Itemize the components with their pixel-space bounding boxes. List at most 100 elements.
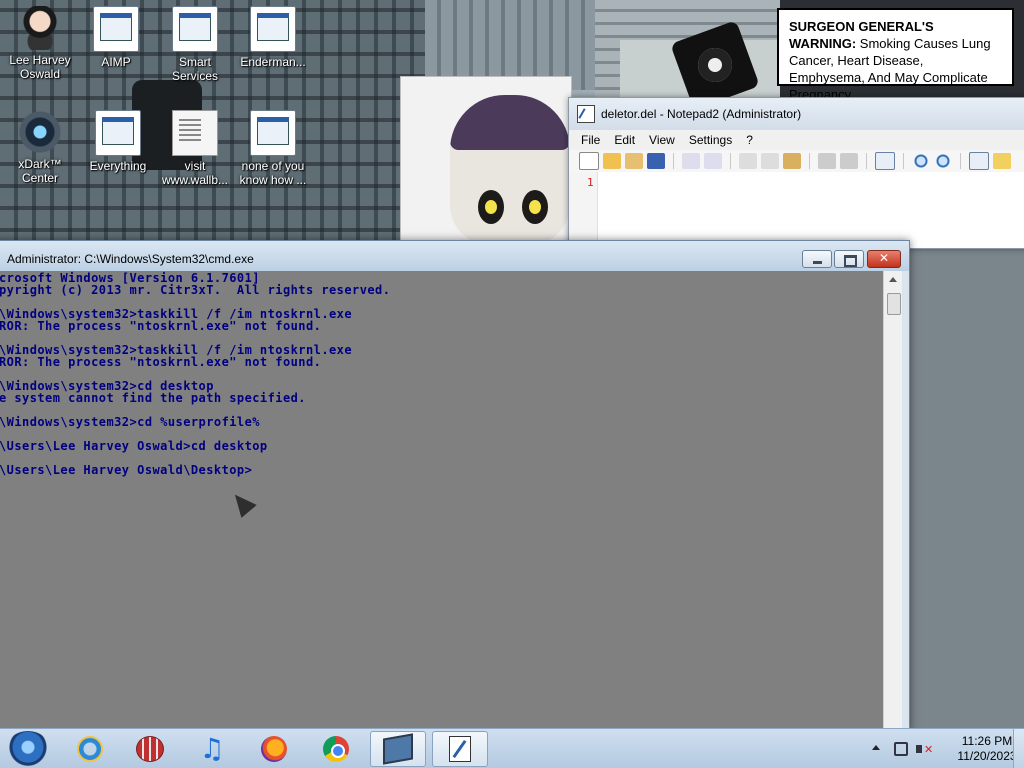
taskbar-music[interactable]: ♫ bbox=[184, 731, 240, 767]
clock-time: 11:26 PM bbox=[961, 734, 1013, 748]
window-icon bbox=[250, 110, 296, 156]
redo-icon[interactable] bbox=[704, 153, 722, 169]
notepad2-window[interactable]: deletor.del - Notepad2 (Administrator) F… bbox=[568, 97, 1024, 249]
desktop-icon-label: Smart Services bbox=[171, 55, 218, 83]
open-folder-icon[interactable] bbox=[603, 153, 621, 169]
browse-icon[interactable] bbox=[625, 153, 643, 169]
zoom-in-icon[interactable] bbox=[912, 153, 930, 169]
surgeon-general-warning: SURGEON GENERAL'S WARNING: Smoking Cause… bbox=[777, 8, 1014, 102]
desktop-icon-none-of-you[interactable]: none of you know how ... bbox=[233, 110, 313, 187]
desktop-icon-label: visit www.wallb... bbox=[161, 159, 229, 187]
aimp-icon bbox=[93, 6, 139, 52]
desktop-icon-label: Everything bbox=[89, 159, 147, 173]
start-button[interactable] bbox=[6, 731, 50, 767]
cmd-window[interactable]: Administrator: C:\Windows\System32\cmd.e… bbox=[0, 240, 910, 732]
notepad-toolbar bbox=[569, 150, 1024, 173]
paste-icon[interactable] bbox=[783, 153, 801, 169]
notepad-menubar: File Edit View Settings ? bbox=[569, 130, 1024, 150]
clock-date: 11/20/2023 bbox=[957, 749, 1017, 763]
line-number-gutter: 1 bbox=[569, 172, 598, 248]
maximize-button[interactable] bbox=[834, 250, 864, 268]
minimize-button[interactable] bbox=[802, 250, 832, 268]
console-text: crosoft Windows [Version 6.1.7601] pyrig… bbox=[0, 271, 391, 477]
desktop-icon-visit-wallb[interactable]: visit www.wallb... bbox=[155, 110, 235, 187]
notepad-titlebar[interactable]: deletor.del - Notepad2 (Administrator) bbox=[569, 98, 1024, 130]
save-icon[interactable] bbox=[647, 153, 665, 169]
cut-icon[interactable] bbox=[739, 153, 757, 169]
window-icon bbox=[250, 6, 296, 52]
scroll-up-icon[interactable] bbox=[889, 277, 897, 282]
taskbar-screen-app[interactable] bbox=[370, 731, 426, 767]
document-icon bbox=[172, 110, 218, 156]
search-window-icon bbox=[95, 110, 141, 156]
desktop-icon-label: xDark™ Center bbox=[18, 157, 62, 185]
find-icon[interactable] bbox=[818, 153, 836, 169]
desktop-icon-lee-harvey-oswald[interactable]: Lee Harvey Oswald bbox=[0, 6, 80, 81]
line-number: 1 bbox=[587, 176, 594, 189]
desktop-icon-label: Enderman... bbox=[240, 55, 306, 69]
menu-help[interactable]: ? bbox=[746, 133, 753, 147]
taskbar-firefox[interactable] bbox=[246, 731, 302, 767]
skibidi-head-figure bbox=[450, 95, 570, 245]
taskbar-app[interactable] bbox=[122, 731, 178, 767]
scrollbar-thumb[interactable] bbox=[887, 293, 901, 315]
word-wrap-icon[interactable] bbox=[875, 152, 895, 170]
notepad-title: deletor.del - Notepad2 (Administrator) bbox=[601, 107, 802, 121]
show-desktop-button[interactable] bbox=[1013, 729, 1024, 768]
replace-icon[interactable] bbox=[840, 153, 858, 169]
firefox-icon bbox=[261, 736, 287, 762]
clock[interactable]: 11:26 PM 11/20/2023 bbox=[954, 734, 1020, 764]
desktop-icon-smart-services[interactable]: Smart Services bbox=[155, 6, 235, 83]
taskbar-chrome[interactable] bbox=[308, 731, 364, 767]
copy-icon[interactable] bbox=[761, 153, 779, 169]
zoom-out-icon[interactable] bbox=[934, 153, 952, 169]
music-icon: ♫ bbox=[199, 732, 225, 765]
desktop-icon-label: AIMP bbox=[101, 55, 131, 69]
network-icon[interactable] bbox=[894, 742, 908, 756]
desktop-icon-everything[interactable]: Everything bbox=[78, 110, 158, 173]
desktop-icon-label: Lee Harvey Oswald bbox=[9, 53, 71, 81]
notepad2-icon bbox=[449, 736, 471, 762]
show-hidden-icons-icon[interactable] bbox=[872, 745, 880, 750]
toolbar-separator bbox=[903, 153, 904, 169]
toolbar-separator bbox=[673, 153, 674, 169]
system-tray: 11:26 PM 11/20/2023 bbox=[864, 729, 1024, 768]
scheme-icon[interactable] bbox=[969, 152, 989, 170]
toolbar-separator bbox=[809, 153, 810, 169]
menu-settings[interactable]: Settings bbox=[689, 133, 732, 147]
taskbar-internet-explorer[interactable] bbox=[62, 731, 118, 767]
chrome-icon bbox=[323, 736, 349, 762]
toolbar-separator bbox=[960, 153, 961, 169]
close-button[interactable] bbox=[867, 250, 901, 268]
menu-file[interactable]: File bbox=[581, 133, 600, 147]
customize-icon[interactable] bbox=[993, 153, 1011, 169]
new-file-icon[interactable] bbox=[579, 152, 599, 170]
taskbar-notepad2[interactable] bbox=[432, 731, 488, 767]
gear-window-icon bbox=[172, 6, 218, 52]
desktop: SURGEON GENERAL'S WARNING: Smoking Cause… bbox=[0, 0, 1024, 768]
doll-icon bbox=[18, 6, 62, 50]
desktop-icon-xdark-center[interactable]: xDark™ Center bbox=[0, 110, 80, 185]
console-output[interactable]: crosoft Windows [Version 6.1.7601] pyrig… bbox=[0, 271, 883, 731]
notepad2-icon bbox=[577, 105, 595, 123]
app-icon bbox=[136, 736, 164, 762]
desktop-icon-label: none of you know how ... bbox=[239, 159, 307, 187]
eye-icon bbox=[18, 110, 62, 154]
toolbar-separator bbox=[730, 153, 731, 169]
notepad-editor[interactable]: 1 bbox=[569, 172, 1024, 248]
undo-icon[interactable] bbox=[682, 153, 700, 169]
screen-icon bbox=[383, 733, 413, 765]
volume-muted-icon[interactable] bbox=[916, 741, 933, 757]
eye bbox=[478, 190, 504, 224]
internet-explorer-icon bbox=[77, 736, 103, 762]
desktop-icon-enderman[interactable]: Enderman... bbox=[233, 6, 313, 69]
cmd-title: Administrator: C:\Windows\System32\cmd.e… bbox=[7, 252, 254, 266]
toolbar-separator bbox=[866, 153, 867, 169]
taskbar: ♫ 11:26 PM 11/20/2023 bbox=[0, 728, 1024, 768]
vertical-scrollbar[interactable] bbox=[883, 271, 902, 731]
menu-view[interactable]: View bbox=[649, 133, 675, 147]
desktop-icon-aimp[interactable]: AIMP bbox=[76, 6, 156, 69]
eye bbox=[522, 190, 548, 224]
cmd-titlebar[interactable]: Administrator: C:\Windows\System32\cmd.e… bbox=[0, 241, 909, 271]
menu-edit[interactable]: Edit bbox=[614, 133, 635, 147]
